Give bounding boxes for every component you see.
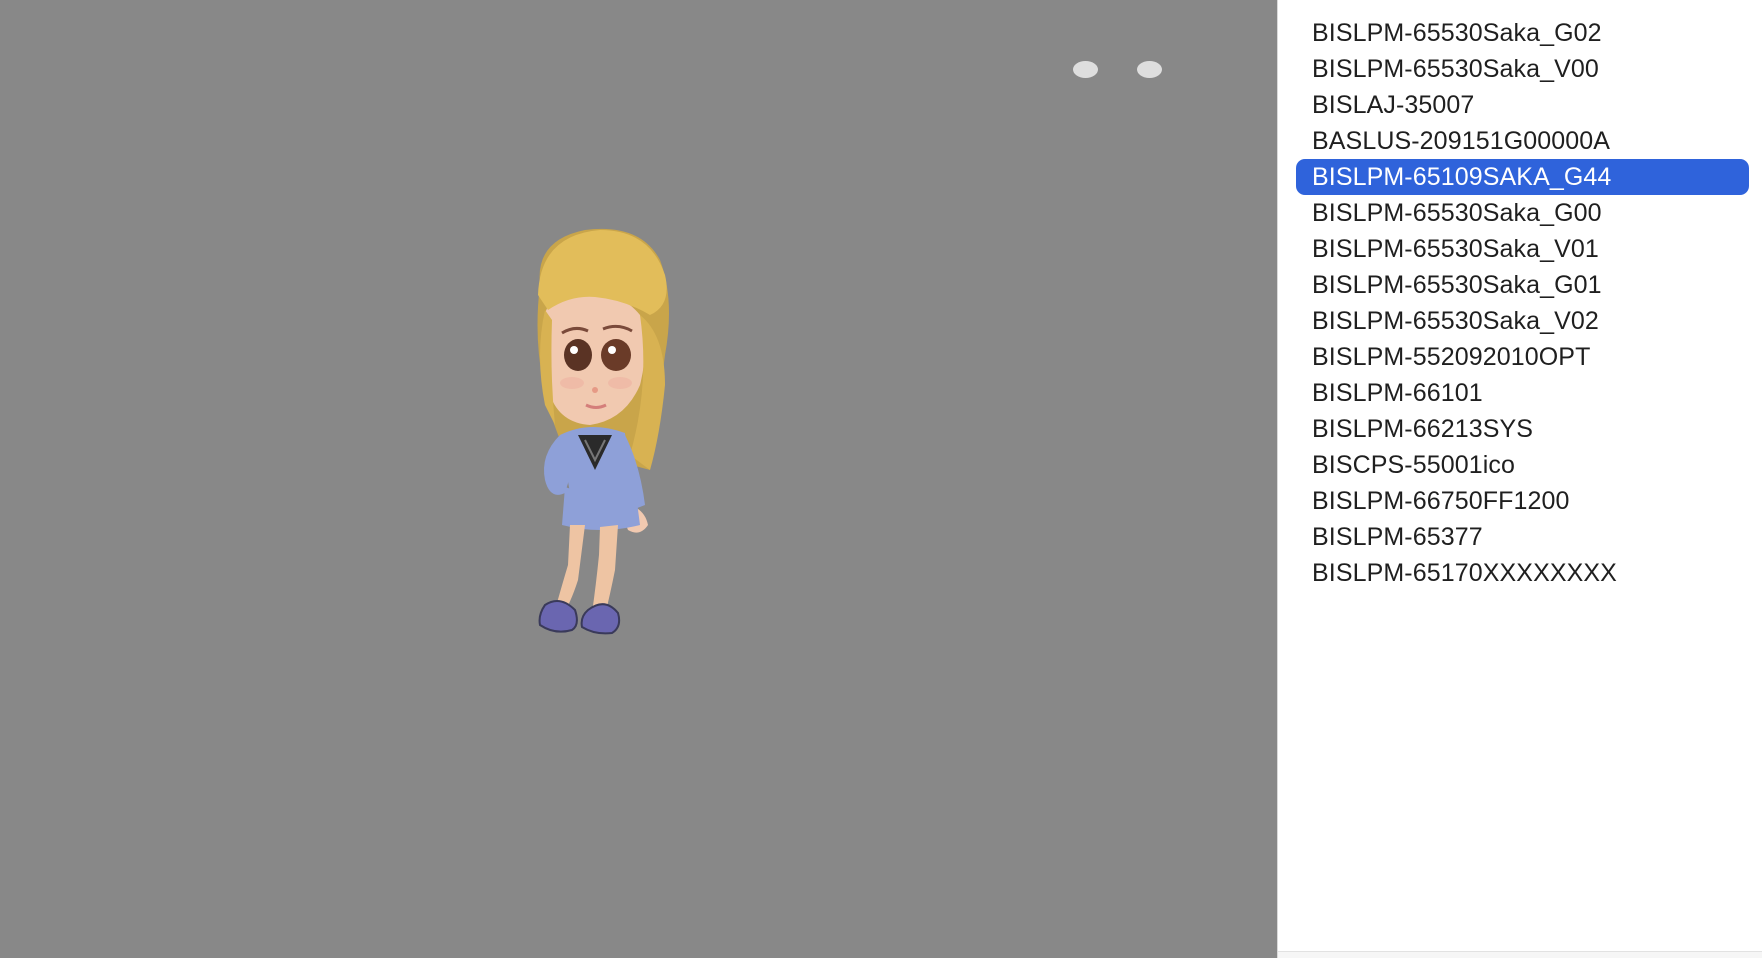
model-sandal-left	[538, 600, 578, 633]
model-list: BISLPM-65530Saka_G02 BISLPM-65530Saka_V0…	[1296, 15, 1749, 591]
model-list-item[interactable]: BISLPM-66750FF1200	[1296, 483, 1749, 519]
model-list-panel: BISLPM-65530Saka_G02 BISLPM-65530Saka_V0…	[1277, 0, 1762, 958]
model-viewport[interactable]	[0, 0, 1277, 958]
model-list-item[interactable]: BISLPM-65530Saka_G01	[1296, 267, 1749, 303]
character-model[interactable]	[500, 225, 760, 705]
model-list-item[interactable]: BASLUS-209151G00000A	[1296, 123, 1749, 159]
model-list-item-selected[interactable]: BISLPM-65109SAKA_G44	[1296, 159, 1749, 195]
viewport-indicator-dot	[1137, 61, 1162, 78]
model-list-item[interactable]: BISLPM-65530Saka_G00	[1296, 195, 1749, 231]
model-list-item[interactable]: BISLPM-552092010OPT	[1296, 339, 1749, 375]
model-sandal-right	[580, 603, 621, 635]
model-list-item[interactable]: BISLPM-65377	[1296, 519, 1749, 555]
model-list-item[interactable]: BISLPM-66101	[1296, 375, 1749, 411]
model-list-item[interactable]: BISCPS-55001ico	[1296, 447, 1749, 483]
model-list-item[interactable]: BISLAJ-35007	[1296, 87, 1749, 123]
model-list-item[interactable]: BISLPM-65530Saka_G02	[1296, 15, 1749, 51]
app-window: BISLPM-65530Saka_G02 BISLPM-65530Saka_V0…	[0, 0, 1762, 958]
model-list-item[interactable]: BISLPM-65530Saka_V00	[1296, 51, 1749, 87]
model-list-item[interactable]: BISLPM-65170XXXXXXXX	[1296, 555, 1749, 591]
model-list-item[interactable]: BISLPM-66213SYS	[1296, 411, 1749, 447]
viewport-indicator-dot	[1073, 61, 1098, 78]
model-list-item[interactable]: BISLPM-65530Saka_V02	[1296, 303, 1749, 339]
model-list-item[interactable]: BISLPM-65530Saka_V01	[1296, 231, 1749, 267]
panel-bottom-edge	[1278, 951, 1762, 958]
